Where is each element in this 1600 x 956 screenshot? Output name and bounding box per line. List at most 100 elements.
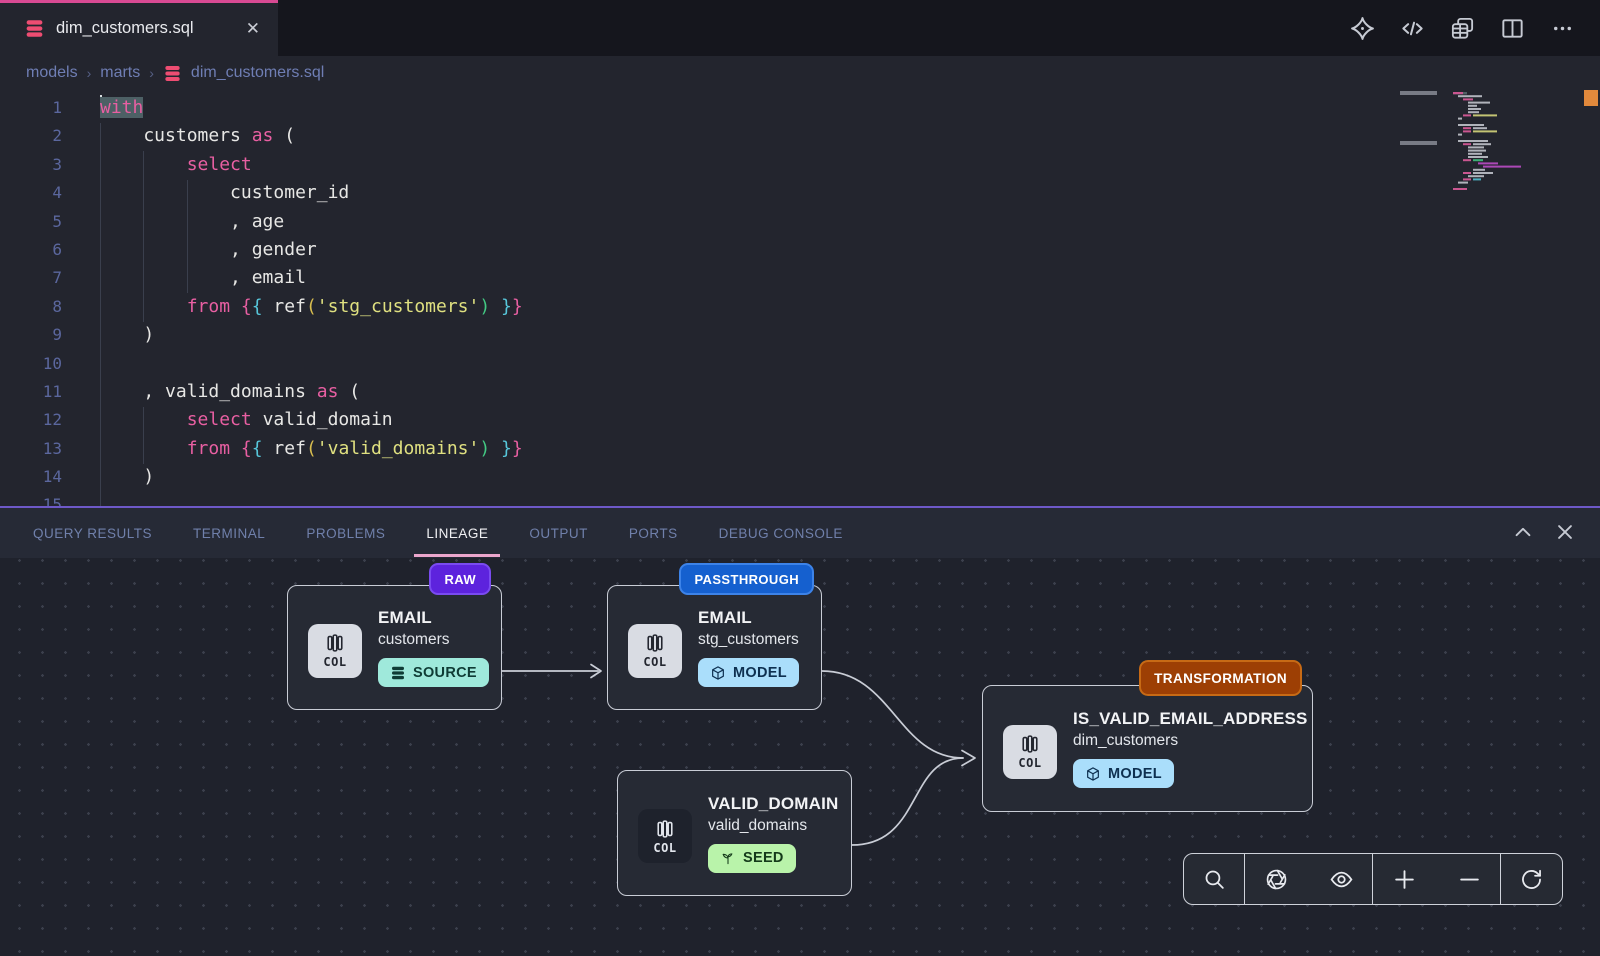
panel-tab-debug-console[interactable]: DEBUG CONSOLE <box>707 508 855 558</box>
line-number: 2 <box>0 122 62 150</box>
code-line: 3 select <box>0 151 1420 179</box>
line-number: 4 <box>0 179 62 207</box>
breadcrumb-separator: › <box>149 65 154 81</box>
lineage-node-dim-customers[interactable]: TRANSFORMATION COL IS_VALID_EMAIL_ADDRES… <box>982 685 1313 812</box>
node-tag-source: SOURCE <box>378 658 489 687</box>
more-actions-icon[interactable] <box>1549 15 1576 42</box>
code-line: 13 from {{ ref('valid_domains') }} <box>0 435 1420 463</box>
node-badge-transformation: TRANSFORMATION <box>1139 660 1302 696</box>
aperture-icon[interactable] <box>1264 867 1289 892</box>
line-number: 13 <box>0 435 62 463</box>
breadcrumb-marts[interactable]: marts <box>100 64 140 82</box>
code-line: 7 , email <box>0 264 1420 292</box>
indent-guide <box>187 180 188 293</box>
column-chip: COL <box>308 624 362 678</box>
close-panel-icon[interactable] <box>1554 521 1576 543</box>
panel-tab-terminal[interactable]: TERMINAL <box>181 508 277 558</box>
code-line: 14 ) <box>0 463 1420 491</box>
code-lines: 1with2 customers as (3 select4 customer_… <box>0 94 1420 506</box>
breadcrumb: models › marts › dim_customers.sql <box>0 56 1600 90</box>
line-number: 15 <box>0 491 62 506</box>
node-badge-raw: RAW <box>429 563 491 595</box>
lineage-node-customers[interactable]: RAW COL EMAIL customers SOURCE <box>287 585 502 710</box>
code-line: 8 from {{ ref('stg_customers') }} <box>0 293 1420 321</box>
indent-guide <box>143 407 144 464</box>
panel-actions <box>1512 508 1576 556</box>
collapse-panel-icon[interactable] <box>1512 521 1534 543</box>
code-line: 5 , age <box>0 208 1420 236</box>
node-title: EMAIL <box>378 608 489 628</box>
code-line: 1with <box>0 94 1420 122</box>
node-tag-seed: SEED <box>708 844 796 873</box>
cube-icon <box>1085 766 1101 782</box>
lineage-node-valid-domains[interactable]: COL VALID_DOMAIN valid_domains SEED <box>617 770 852 896</box>
line-number: 8 <box>0 293 62 321</box>
dbt-logo-icon[interactable] <box>1349 15 1376 42</box>
database-icon <box>390 665 406 681</box>
refresh-icon[interactable] <box>1519 867 1544 892</box>
code-editor[interactable]: 1with2 customers as (3 select4 customer_… <box>0 90 1600 506</box>
panel-tabs: QUERY RESULTS TERMINAL PROBLEMS LINEAGE OUTP… <box>21 508 855 558</box>
lineage-canvas[interactable]: RAW COL EMAIL customers SOURCE PAS <box>0 558 1600 956</box>
code-line: 9 ) <box>0 321 1420 349</box>
chip-label: COL <box>643 655 666 669</box>
code-icon[interactable] <box>1399 15 1426 42</box>
tab-close-icon[interactable]: ✕ <box>242 18 264 39</box>
minimap[interactable] <box>1423 92 1568 272</box>
chip-label: COL <box>653 841 676 855</box>
line-number: 11 <box>0 378 62 406</box>
chip-label: COL <box>1018 756 1041 770</box>
database-icon <box>163 64 182 83</box>
panel-tab-problems[interactable]: PROBLEMS <box>294 508 397 558</box>
breadcrumb-models[interactable]: models <box>26 64 78 82</box>
code-line: 15 <box>0 491 1420 506</box>
line-number: 10 <box>0 350 62 378</box>
node-title: VALID_DOMAIN <box>708 794 839 814</box>
indent-guide <box>100 123 101 506</box>
node-subtitle: customers <box>378 631 489 649</box>
app-window: dim_customers.sql ✕ <box>0 0 1600 956</box>
editor-actions <box>1349 0 1576 56</box>
line-number: 12 <box>0 406 62 434</box>
line-number: 5 <box>0 208 62 236</box>
code-line: 11 , valid_domains as ( <box>0 378 1420 406</box>
chip-label: COL <box>323 655 346 669</box>
eye-icon[interactable] <box>1329 867 1354 892</box>
code-line: 4 customer_id <box>0 179 1420 207</box>
panel-bar: QUERY RESULTS TERMINAL PROBLEMS LINEAGE OUTP… <box>0 506 1600 558</box>
indent-guide <box>143 151 144 322</box>
split-editor-icon[interactable] <box>1499 15 1526 42</box>
cube-icon <box>710 665 726 681</box>
scrollbar-decoration[interactable] <box>1584 90 1598 106</box>
tab-bar: dim_customers.sql ✕ <box>0 0 1600 56</box>
line-number: 3 <box>0 151 62 179</box>
panel-tab-output[interactable]: OUTPUT <box>517 508 600 558</box>
code-line: 6 , gender <box>0 236 1420 264</box>
node-subtitle: dim_customers <box>1073 732 1308 750</box>
code-line: 12 select valid_domain <box>0 406 1420 434</box>
line-number: 9 <box>0 321 62 349</box>
code-line: 2 customers as ( <box>0 122 1420 150</box>
sprout-icon <box>720 850 736 866</box>
line-number: 14 <box>0 463 62 491</box>
node-title: IS_VALID_EMAIL_ADDRESS <box>1073 709 1308 729</box>
panel-tab-query-results[interactable]: QUERY RESULTS <box>21 508 164 558</box>
zoom-out-icon[interactable] <box>1457 867 1482 892</box>
node-badge-passthrough: PASSTHROUGH <box>679 563 814 595</box>
zoom-in-icon[interactable] <box>1392 867 1417 892</box>
breadcrumb-file[interactable]: dim_customers.sql <box>191 64 324 82</box>
database-icon <box>24 18 45 39</box>
node-tag-model: MODEL <box>698 658 799 687</box>
line-number: 6 <box>0 236 62 264</box>
tab-title: dim_customers.sql <box>56 19 231 38</box>
panel-tab-ports[interactable]: PORTS <box>617 508 690 558</box>
node-subtitle: valid_domains <box>708 817 839 835</box>
query-results-icon[interactable] <box>1449 15 1476 42</box>
lineage-toolbar <box>1183 853 1563 905</box>
search-icon[interactable] <box>1202 867 1227 892</box>
tab-dim-customers[interactable]: dim_customers.sql ✕ <box>0 0 278 56</box>
node-subtitle: stg_customers <box>698 631 799 649</box>
lineage-node-stg-customers[interactable]: PASSTHROUGH COL EMAIL stg_customers MODE… <box>607 585 822 710</box>
breadcrumb-separator: › <box>87 65 92 81</box>
panel-tab-lineage[interactable]: LINEAGE <box>414 508 500 558</box>
